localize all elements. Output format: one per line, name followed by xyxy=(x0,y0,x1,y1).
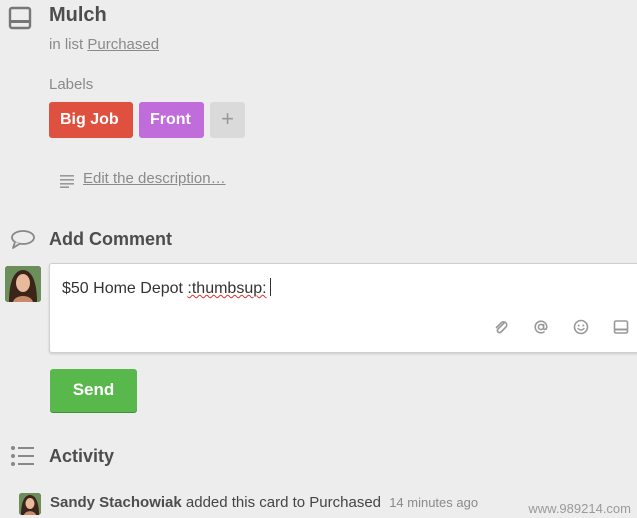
card-title: Mulch xyxy=(49,4,107,26)
edit-description-link[interactable]: Edit the description… xyxy=(83,170,226,187)
description-icon xyxy=(60,174,76,188)
mention-icon[interactable] xyxy=(533,319,549,335)
comment-icon xyxy=(10,229,36,249)
activity-user[interactable]: Sandy Stachowiak xyxy=(50,494,182,511)
comment-text-prefix: $50 Home Depot xyxy=(62,280,188,297)
activity-entry: Sandy Stachowiak added this card to Purc… xyxy=(50,494,478,511)
comment-text[interactable]: $50 Home Depot :thumbsup: xyxy=(62,278,271,298)
label-big-job[interactable]: Big Job xyxy=(49,102,133,138)
text-caret xyxy=(269,278,271,296)
activity-action: added this card to Purchased xyxy=(185,494,382,511)
add-comment-heading: Add Comment xyxy=(49,229,172,249)
emoji-icon[interactable] xyxy=(573,319,589,335)
activity-avatar[interactable] xyxy=(19,493,41,515)
label-front[interactable]: Front xyxy=(139,102,204,138)
attachment-icon[interactable] xyxy=(493,319,509,335)
labels-heading: Labels xyxy=(49,76,94,93)
card-icon xyxy=(8,6,32,30)
watermark: www.989214.com xyxy=(528,501,631,516)
list-link[interactable]: Purchased xyxy=(87,36,159,53)
list-info: in list Purchased xyxy=(49,36,159,53)
avatar[interactable] xyxy=(5,266,41,302)
comment-text-emoji-code: :thumbsup: xyxy=(187,280,267,297)
activity-icon xyxy=(10,445,36,467)
card-link-icon[interactable] xyxy=(613,319,629,335)
comment-input[interactable]: $50 Home Depot :thumbsup: xyxy=(49,263,637,353)
add-label-button[interactable]: + xyxy=(210,102,245,138)
list-prefix: in list xyxy=(49,36,84,53)
send-button[interactable]: Send xyxy=(50,369,137,412)
activity-time[interactable]: 14 minutes ago xyxy=(389,495,478,510)
activity-heading: Activity xyxy=(49,446,115,466)
